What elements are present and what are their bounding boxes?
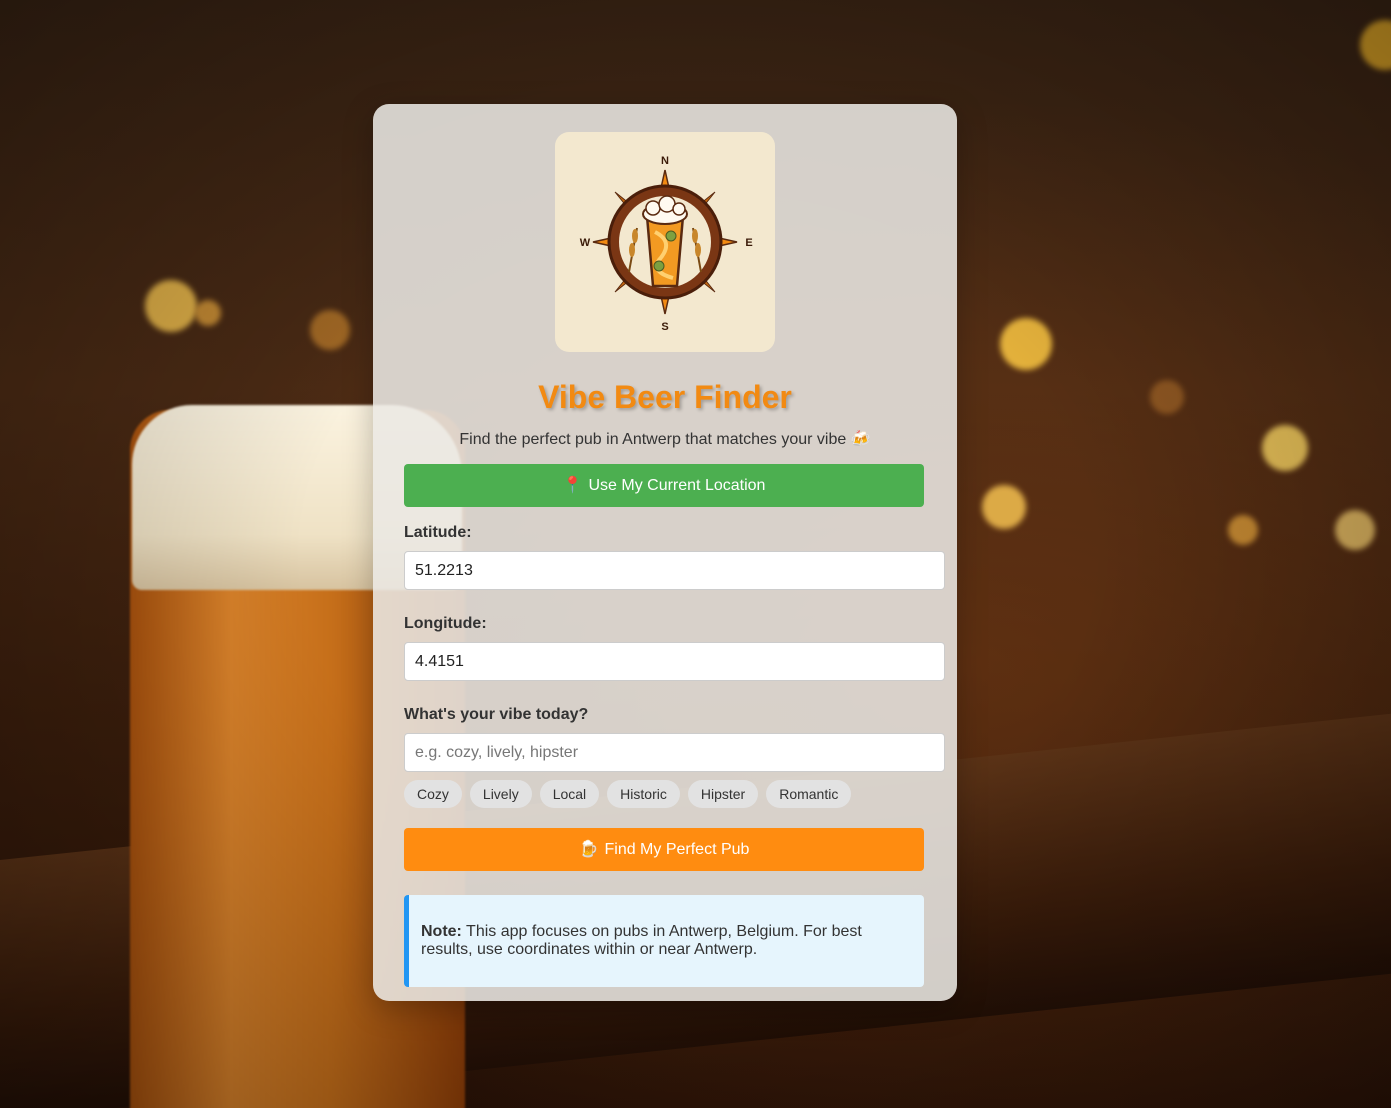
vibe-chips: Cozy Lively Local Historic Hipster Roman… (404, 780, 926, 808)
beer-compass-icon: N S W E (580, 155, 753, 333)
vibe-chip-lively[interactable]: Lively (469, 780, 532, 808)
beer-mug-icon: 🍺 (578, 841, 599, 858)
info-note: Note: This app focuses on pubs in Antwer… (404, 895, 924, 987)
vibe-input[interactable] (404, 733, 945, 772)
svg-text:N: N (661, 155, 669, 167)
vibe-chip-cozy[interactable]: Cozy (404, 780, 462, 808)
svg-text:S: S (661, 321, 668, 333)
vibe-chip-historic[interactable]: Historic (607, 780, 680, 808)
note-text: This app focuses on pubs in Antwerp, Bel… (421, 923, 862, 958)
map-pin-icon: 📍 (562, 477, 583, 494)
vibe-label: What's your vibe today? (404, 706, 589, 723)
app-subtitle: Find the perfect pub in Antwerp that mat… (459, 431, 871, 448)
finder-card: N S W E Vibe Beer Finder Find the perfec… (373, 104, 957, 1001)
longitude-label: Longitude: (404, 615, 487, 632)
svg-text:E: E (745, 237, 752, 249)
find-pub-label: Find My Perfect Pub (604, 841, 750, 858)
vibe-chip-local[interactable]: Local (539, 780, 600, 808)
vibe-chip-hipster[interactable]: Hipster (687, 780, 759, 808)
use-location-label: Use My Current Location (588, 477, 766, 494)
svg-text:W: W (580, 237, 591, 249)
note-title: Note: (421, 923, 462, 940)
use-current-location-button[interactable]: 📍 Use My Current Location (404, 464, 924, 507)
latitude-label: Latitude: (404, 524, 472, 541)
longitude-input[interactable] (404, 642, 945, 681)
latitude-input[interactable] (404, 551, 945, 590)
find-pub-button[interactable]: 🍺 Find My Perfect Pub (404, 828, 924, 871)
app-logo: N S W E (555, 132, 775, 352)
vibe-chip-romantic[interactable]: Romantic (766, 780, 852, 808)
app-title: Vibe Beer Finder (538, 379, 792, 415)
